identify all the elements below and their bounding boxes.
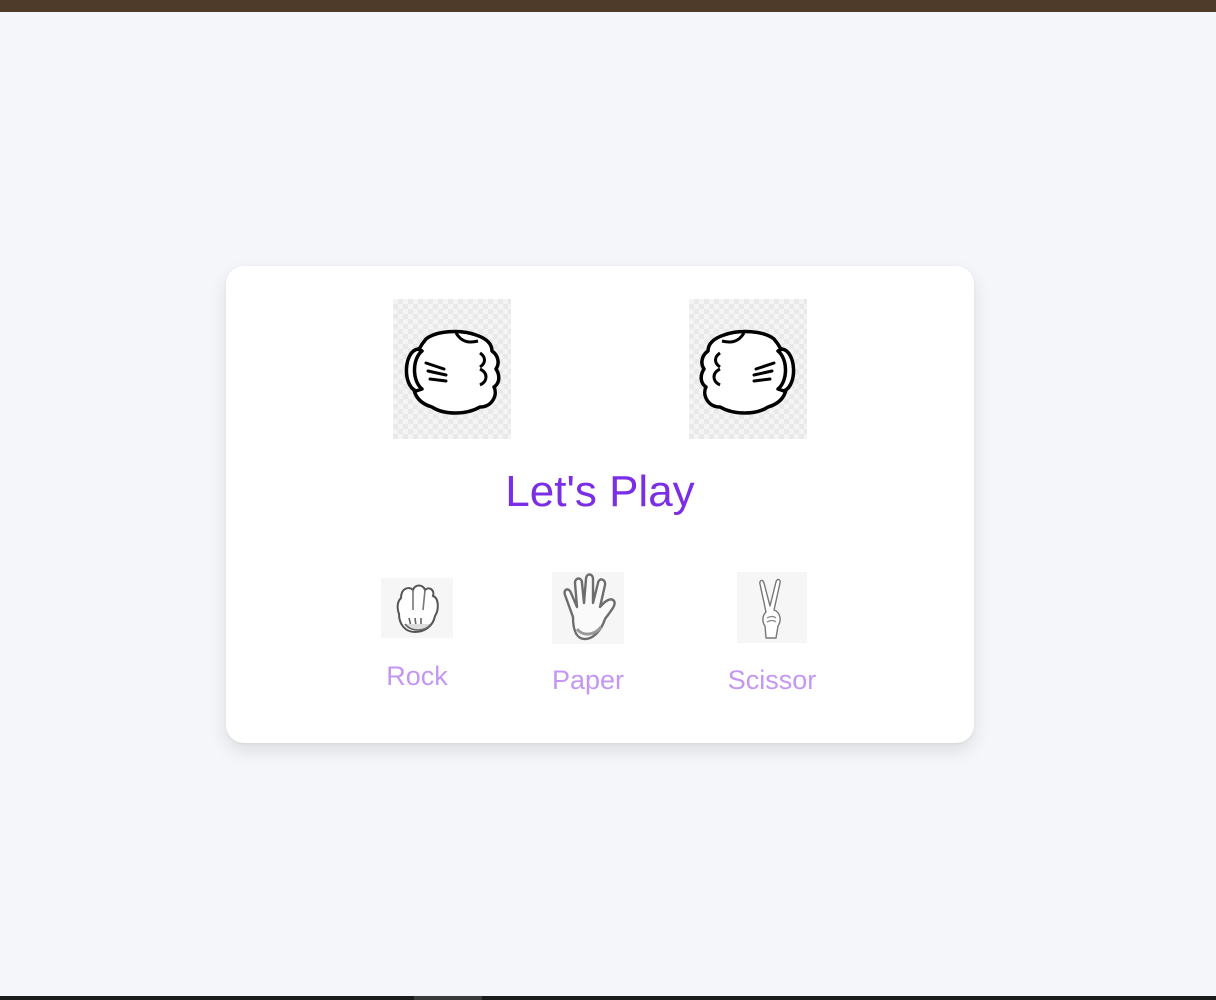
game-title: Let's Play (505, 467, 695, 516)
scissor-choice-image[interactable] (737, 572, 807, 643)
rock-glove-icon (396, 584, 439, 634)
paper-choice-label[interactable]: Paper (540, 664, 636, 696)
rock-fist-icon (699, 329, 796, 415)
paper-choice-button[interactable]: Paper (540, 572, 636, 696)
paper-hand-icon (563, 573, 616, 641)
window-bottom-bar (0, 996, 1216, 1000)
scissor-choice-button[interactable]: Scissor (720, 572, 824, 696)
scissor-hand-icon (759, 578, 781, 639)
game-card: Let's Play Rock Paper Scissor (226, 266, 974, 743)
scissor-choice-label[interactable]: Scissor (720, 664, 824, 696)
rock-fist-icon (404, 329, 501, 415)
rock-choice-label[interactable]: Rock (374, 660, 460, 692)
player-hand-display (393, 299, 511, 439)
taskbar-segment (414, 996, 482, 1000)
window-top-bar (0, 0, 1216, 12)
rock-choice-button[interactable]: Rock (374, 578, 460, 692)
computer-hand-display (689, 299, 807, 439)
paper-choice-image[interactable] (552, 572, 624, 644)
rock-choice-image[interactable] (381, 578, 453, 638)
